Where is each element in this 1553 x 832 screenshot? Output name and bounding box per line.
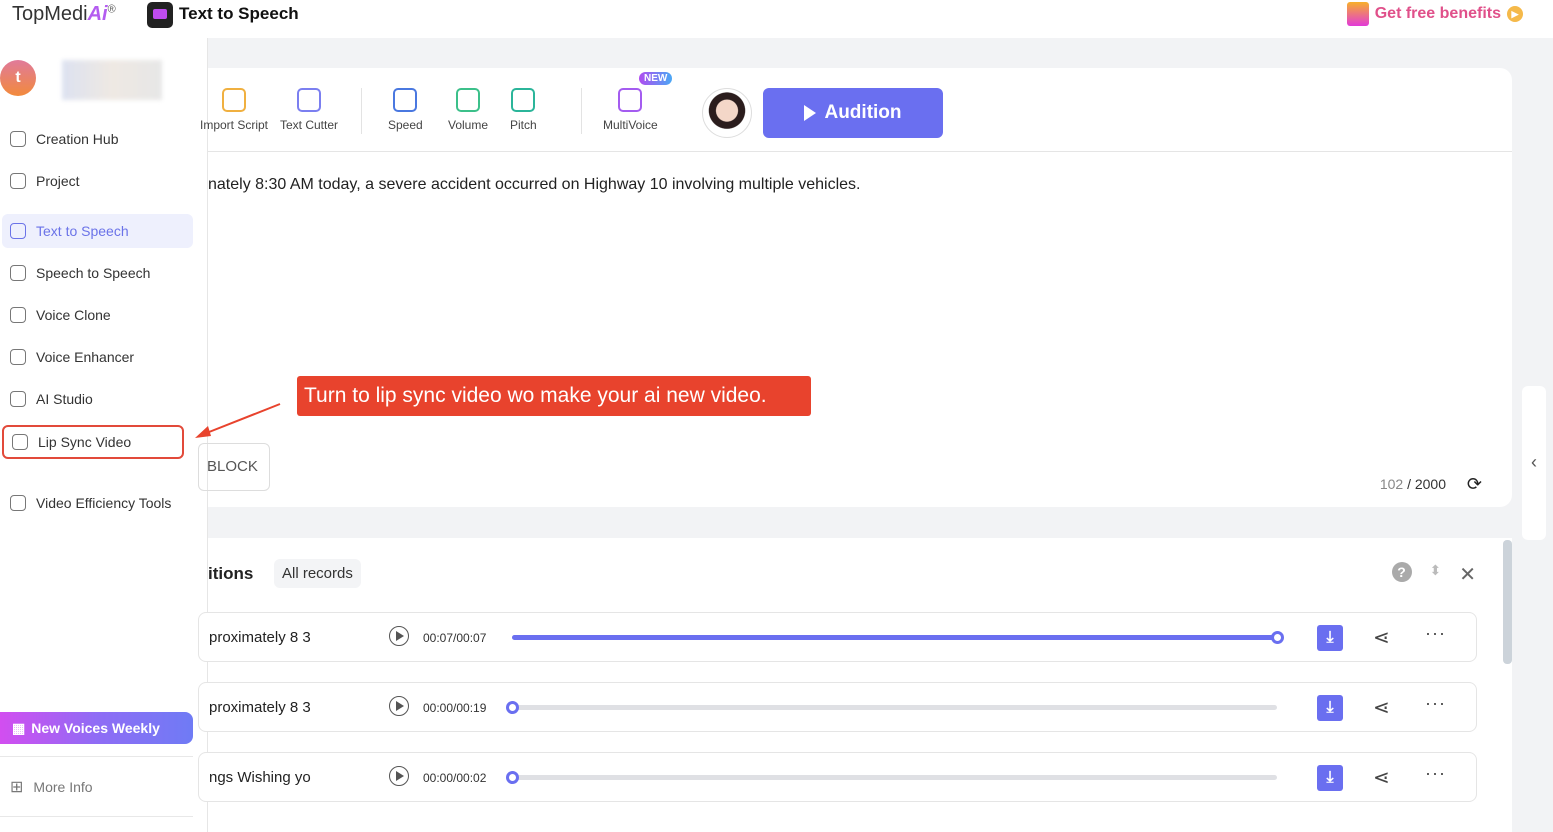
chevron-left-icon: ‹ bbox=[1531, 452, 1537, 472]
volume-icon bbox=[456, 88, 481, 112]
refresh-icon[interactable]: ⟳ bbox=[1467, 474, 1482, 495]
get-free-benefits-button[interactable]: Get free benefits ▶ bbox=[1346, 2, 1523, 26]
tool-volume[interactable]: Volume bbox=[448, 88, 488, 132]
divider bbox=[0, 816, 193, 817]
record-name: proximately 8 3 bbox=[209, 629, 311, 646]
tool-pitch[interactable]: Pitch bbox=[510, 88, 537, 132]
more-icon[interactable]: ··· bbox=[1425, 763, 1446, 784]
voice-avatar[interactable] bbox=[702, 88, 752, 138]
play-icon[interactable] bbox=[389, 626, 409, 646]
all-records-filter[interactable]: All records bbox=[274, 559, 361, 588]
record-time: 00:07/00:07 bbox=[423, 631, 487, 645]
grid-icon: ⊞ bbox=[10, 779, 24, 796]
share-icon[interactable]: ⋖ bbox=[1373, 625, 1390, 650]
gift-icon bbox=[1346, 2, 1369, 26]
play-icon[interactable] bbox=[389, 766, 409, 786]
more-info-button[interactable]: ⊞ More Info bbox=[2, 770, 193, 804]
collapse-panel-button[interactable]: ‹ bbox=[1522, 386, 1546, 540]
record-row: proximately 8 3 00:00/00:19 ⤓ ⋖ ··· bbox=[198, 682, 1477, 732]
arrow-right-icon: ▶ bbox=[1507, 6, 1523, 22]
slider-handle[interactable] bbox=[506, 701, 519, 714]
record-row: ngs Wishing yo 00:00/00:02 ⤓ ⋖ ··· bbox=[198, 752, 1477, 802]
more-icon[interactable]: ··· bbox=[1425, 623, 1446, 644]
progress-fill bbox=[512, 635, 1277, 640]
play-icon[interactable] bbox=[389, 696, 409, 716]
multivoice-icon bbox=[618, 88, 643, 112]
divider bbox=[0, 756, 193, 757]
new-badge: NEW bbox=[639, 72, 673, 85]
share-icon[interactable]: ⋖ bbox=[1373, 695, 1390, 720]
close-icon[interactable]: ✕ bbox=[1459, 562, 1476, 587]
sort-icon[interactable]: ⬍ bbox=[1430, 562, 1442, 587]
character-count: 102 / 2000 bbox=[1379, 476, 1446, 492]
progress-slider[interactable] bbox=[506, 771, 1277, 784]
record-time: 00:00/00:19 bbox=[423, 701, 487, 715]
download-icon[interactable]: ⤓ bbox=[1317, 695, 1343, 721]
record-time: 00:00/00:02 bbox=[423, 771, 487, 785]
share-icon[interactable]: ⋖ bbox=[1373, 765, 1390, 790]
new-voices-weekly-button[interactable]: ▦ New Voices Weekly bbox=[0, 712, 193, 744]
scrollbar[interactable] bbox=[1503, 540, 1512, 664]
progress-slider[interactable] bbox=[512, 631, 1284, 644]
slider-handle[interactable] bbox=[506, 771, 519, 784]
annotation-arrow bbox=[195, 403, 281, 438]
record-name: ngs Wishing yo bbox=[209, 769, 311, 786]
divider bbox=[581, 88, 582, 134]
calendar-icon: ▦ bbox=[12, 719, 26, 736]
tool-multivoice[interactable]: MultiVoice bbox=[603, 88, 658, 132]
editor-card: Import Script Text Cutter Speed Volume Pitch… bbox=[198, 68, 1512, 507]
record-row: proximately 8 3 00:07/00:07 ⤓ ⋖ ··· bbox=[198, 612, 1477, 662]
records-panel: itions All records ? ⬍ ✕ proximately 8 3 0… bbox=[198, 538, 1512, 832]
audition-button[interactable]: Audition bbox=[763, 88, 943, 138]
records-title: itions bbox=[208, 564, 254, 583]
progress-slider[interactable] bbox=[506, 701, 1277, 714]
toolbar: Import Script Text Cutter Speed Volume Pitch… bbox=[200, 68, 1512, 152]
help-icon[interactable]: ? bbox=[1391, 562, 1412, 582]
pitch-icon bbox=[511, 88, 536, 112]
download-icon[interactable]: ⤓ bbox=[1317, 625, 1343, 651]
record-name: proximately 8 3 bbox=[209, 699, 311, 716]
slider-handle[interactable] bbox=[1271, 631, 1284, 644]
download-icon[interactable]: ⤓ bbox=[1317, 765, 1343, 791]
more-icon[interactable]: ··· bbox=[1425, 693, 1446, 714]
play-icon bbox=[804, 105, 817, 121]
